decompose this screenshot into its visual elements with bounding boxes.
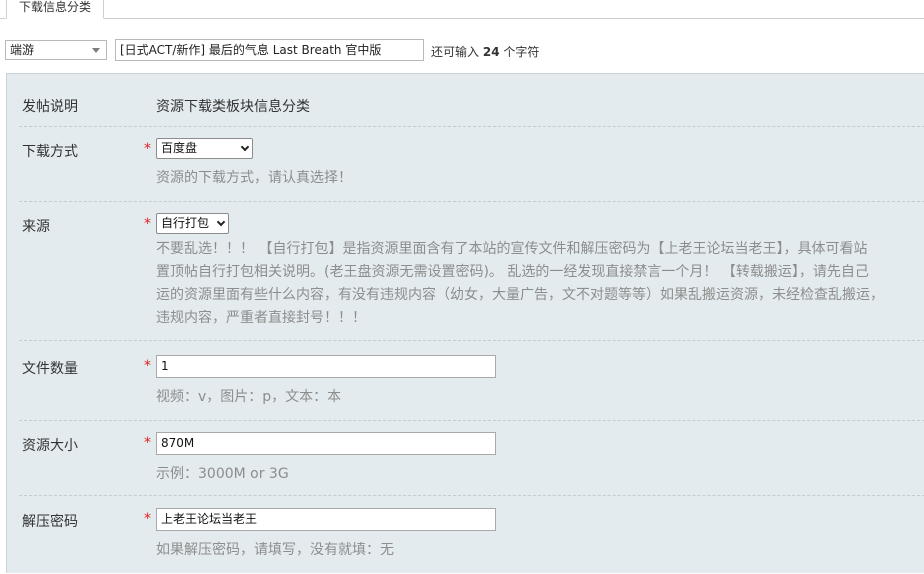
thread-title-input[interactable]: [日式ACT/新作] 最后的气息 Last Breath 官中版 [115, 39, 424, 61]
file-count-hint: 视频：v，图片：p，文本：本 [156, 389, 342, 405]
required-mark: * [144, 435, 151, 451]
chevron-down-icon [216, 217, 226, 227]
file-count-input[interactable]: 1 [156, 355, 496, 378]
download-method-label: 下载方式 [22, 144, 78, 160]
resource-size-input[interactable]: 870M [156, 432, 496, 455]
source-select[interactable]: 自行打包 [156, 213, 229, 234]
char-count-number: 24 [482, 45, 500, 59]
char-count: 还可输入 24 个字符 [431, 43, 539, 60]
tab-strip: 下载信息分类 [0, 0, 924, 19]
title-row: 端游 [日式ACT/新作] 最后的气息 Last Breath 官中版 还可输入… [0, 38, 924, 64]
source-hint-line: 不要乱选！！！ 【自行打包】是指资源里面含有了本站的宣传文件和解压密码为【上老王… [156, 241, 868, 257]
source-value: 自行打包 [161, 216, 210, 230]
row-download-method: 下载方式 * 百度盘 资源的下载方式，请认真选择！ [19, 127, 924, 202]
source-hint-line: 置顶帖自行打包相关说明。(老王盘资源无需设置密码)。 乱选的一经发现直接禁言一个… [156, 264, 869, 280]
unzip-password-label: 解压密码 [22, 514, 78, 530]
description-value: 资源下载类板块信息分类 [156, 99, 310, 115]
source-hint-line: 运的资源里面有些什么内容，有没有违规内容（幼女，大量广告，文不对题等等）如果乱搬… [156, 287, 884, 303]
download-method-value: 百度盘 [161, 141, 198, 155]
download-method-hint: 资源的下载方式，请认真选择！ [156, 170, 352, 186]
thread-type-value: 端游 [10, 43, 35, 57]
unzip-password-hint: 如果解压密码，请填写，没有就填：无 [156, 542, 394, 558]
row-description: 发帖说明 资源下载类板块信息分类 [19, 74, 924, 127]
row-resource-size: 资源大小 * 870M 示例：3000M or 3G [19, 421, 924, 496]
required-mark: * [144, 358, 151, 374]
unzip-password-input[interactable]: 上老王论坛当老王 [156, 508, 496, 531]
source-hint: 不要乱选！！！ 【自行打包】是指资源里面含有了本站的宣传文件和解压密码为【上老王… [156, 238, 924, 330]
row-file-count: 文件数量 * 1 视频：v，图片：p，文本：本 [19, 341, 924, 421]
row-source: 来源 * 自行打包 不要乱选！！！ 【自行打包】是指资源里面含有了本站的宣传文件… [19, 202, 924, 341]
char-count-suffix: 个字符 [503, 45, 540, 59]
form-panel: 发帖说明 资源下载类板块信息分类 下载方式 * 百度盘 资源的下载方式，请认真选… [6, 73, 924, 573]
required-mark: * [144, 216, 151, 232]
resource-size-label: 资源大小 [22, 438, 78, 454]
tab-download-info[interactable]: 下载信息分类 [6, 0, 104, 19]
resource-size-hint: 示例：3000M or 3G [156, 466, 289, 482]
chevron-down-icon [240, 142, 250, 152]
row-unzip-password: 解压密码 * 上老王论坛当老王 如果解压密码，请填写，没有就填：无 [19, 496, 924, 574]
char-count-prefix: 还可输入 [431, 45, 480, 59]
required-mark: * [144, 141, 151, 157]
description-label: 发帖说明 [22, 99, 78, 115]
thread-type-select[interactable]: 端游 [5, 40, 107, 60]
source-hint-line: 违规内容，严重者直接封号！！！ [156, 310, 366, 326]
required-mark: * [144, 511, 151, 527]
download-method-select[interactable]: 百度盘 [156, 138, 253, 159]
source-label: 来源 [22, 219, 50, 235]
chevron-down-icon [92, 48, 100, 53]
file-count-label: 文件数量 [22, 361, 78, 377]
